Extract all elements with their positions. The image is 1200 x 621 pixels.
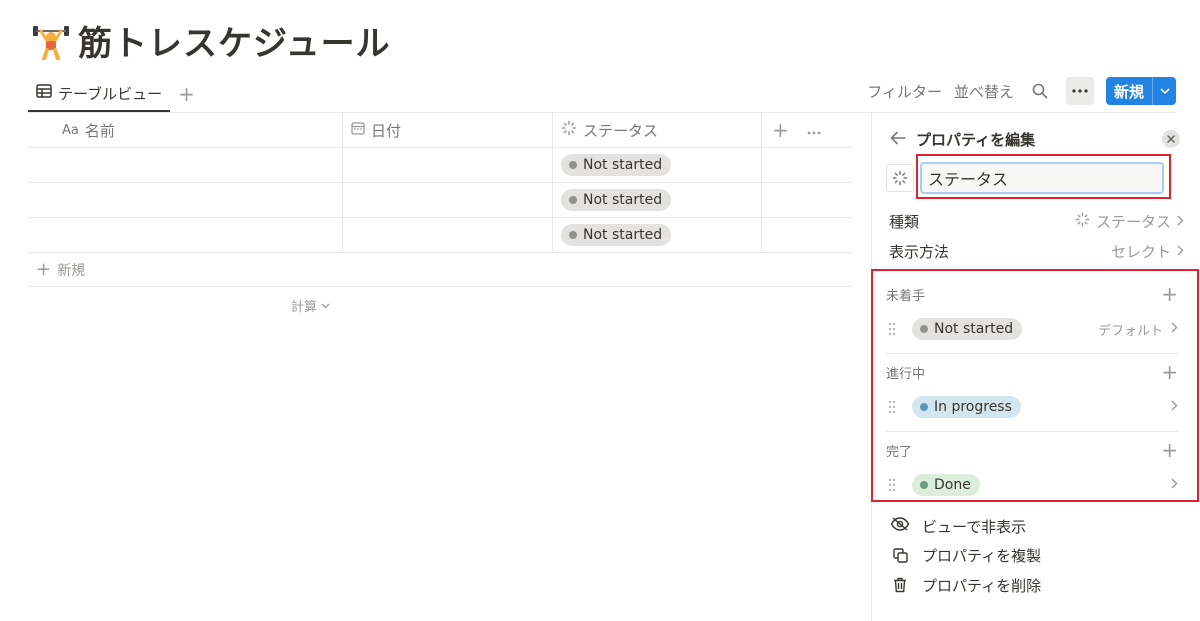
filter-button[interactable]: フィルター xyxy=(867,81,942,102)
column-label: 日付 xyxy=(371,121,402,140)
column-header-status[interactable]: ステータス xyxy=(553,113,762,147)
trash-icon xyxy=(890,577,910,593)
search-icon[interactable] xyxy=(1026,77,1054,105)
status-pill: Not started xyxy=(561,224,672,246)
name-cell[interactable] xyxy=(28,183,343,217)
text-type-icon: Aa xyxy=(62,122,79,138)
tab-table-view[interactable]: テーブルビュー xyxy=(28,76,171,112)
column-header-name[interactable]: Aa 名前 xyxy=(28,113,343,147)
empty-cell xyxy=(762,148,852,182)
page-title-area: 筋トレスケジュール xyxy=(32,16,391,65)
property-display-row[interactable]: 表示方法 セレクト xyxy=(889,239,1184,263)
empty-cell xyxy=(762,183,852,217)
ellipsis-icon[interactable] xyxy=(807,121,821,139)
status-cell[interactable]: Not started xyxy=(553,183,762,217)
duplicate-property-button[interactable]: プロパティを複製 xyxy=(890,543,1041,567)
page-title[interactable]: 筋トレスケジュール xyxy=(78,16,391,65)
add-row-button[interactable]: + 新規 xyxy=(28,253,852,287)
status-dot xyxy=(569,196,577,204)
sort-button[interactable]: 並べ替え xyxy=(954,81,1014,102)
calculate-button[interactable]: 計算 xyxy=(291,296,330,315)
empty-cell xyxy=(762,218,852,252)
status-label: Not started xyxy=(583,227,663,243)
column-label: ステータス xyxy=(583,121,659,140)
type-label: 種類 xyxy=(889,212,920,231)
add-view-button[interactable]: + xyxy=(178,84,195,104)
column-header-actions: + xyxy=(762,113,852,147)
date-cell[interactable] xyxy=(343,218,553,252)
type-value-label: ステータス xyxy=(1095,212,1171,231)
panel-title: プロパティを編集 xyxy=(916,130,1036,149)
close-icon[interactable] xyxy=(1162,130,1180,148)
display-value-label: セレクト xyxy=(1110,242,1171,261)
column-label: 名前 xyxy=(84,121,115,140)
type-value: ステータス xyxy=(1075,211,1184,232)
property-type-row[interactable]: 種類 ステータス xyxy=(889,209,1184,233)
view-tabs: テーブルビュー + xyxy=(28,76,195,112)
duplicate-label: プロパティを複製 xyxy=(922,546,1042,565)
delete-label: プロパティを削除 xyxy=(922,576,1042,595)
table-row[interactable]: Not started xyxy=(28,183,852,218)
table-icon xyxy=(36,84,52,102)
status-cell[interactable]: Not started xyxy=(553,148,762,182)
chevron-down-icon xyxy=(321,298,330,313)
date-cell[interactable] xyxy=(343,148,553,182)
status-dot xyxy=(569,231,577,239)
toolbar: フィルター 並べ替え 新規 xyxy=(867,76,1176,106)
add-property-button[interactable]: + xyxy=(772,118,789,142)
delete-property-button[interactable]: プロパティを削除 xyxy=(890,573,1041,597)
weightlifter-icon[interactable] xyxy=(32,20,70,61)
ellipsis-icon[interactable] xyxy=(1065,77,1094,105)
table-row[interactable]: Not started xyxy=(28,148,852,183)
status-label: Not started xyxy=(583,192,663,208)
tab-label: テーブルビュー xyxy=(58,84,163,103)
highlight-box-groups xyxy=(871,269,1199,502)
table-row[interactable]: Not started xyxy=(28,218,852,253)
status-spinner-icon xyxy=(561,120,577,140)
highlight-box-name xyxy=(916,154,1171,199)
hide-label: ビューで非表示 xyxy=(922,517,1027,536)
column-header-date[interactable]: 日付 xyxy=(343,113,553,147)
new-button[interactable]: 新規 xyxy=(1105,77,1176,105)
panel-header: プロパティを編集 xyxy=(890,127,1180,151)
display-label: 表示方法 xyxy=(889,242,950,261)
hide-in-view-button[interactable]: ビューで非表示 xyxy=(890,514,1026,538)
name-cell[interactable] xyxy=(28,218,343,252)
status-dot xyxy=(569,161,577,169)
add-row-label: 新規 xyxy=(57,262,86,279)
status-pill: Not started xyxy=(561,154,672,176)
plus-icon: + xyxy=(36,259,52,280)
status-pill: Not started xyxy=(561,189,672,211)
chevron-right-icon xyxy=(1177,212,1184,230)
status-spinner-icon xyxy=(1075,212,1090,231)
status-cell[interactable]: Not started xyxy=(553,218,762,252)
calculate-label: 計算 xyxy=(291,300,318,315)
chevron-down-icon[interactable] xyxy=(1152,77,1176,105)
chevron-right-icon xyxy=(1177,242,1184,260)
eye-slash-icon xyxy=(890,517,910,535)
duplicate-icon xyxy=(890,547,910,563)
status-label: Not started xyxy=(583,157,663,173)
display-value: セレクト xyxy=(1111,241,1184,262)
date-cell[interactable] xyxy=(343,183,553,217)
back-arrow-icon[interactable] xyxy=(890,130,906,149)
calendar-icon xyxy=(351,121,365,139)
database-table: Aa 名前 日付 ステータス + Not started Not started… xyxy=(28,113,852,287)
new-button-label[interactable]: 新規 xyxy=(1106,77,1152,105)
table-header-row: Aa 名前 日付 ステータス + xyxy=(28,113,852,148)
status-spinner-icon[interactable] xyxy=(886,164,914,192)
name-cell[interactable] xyxy=(28,148,343,182)
